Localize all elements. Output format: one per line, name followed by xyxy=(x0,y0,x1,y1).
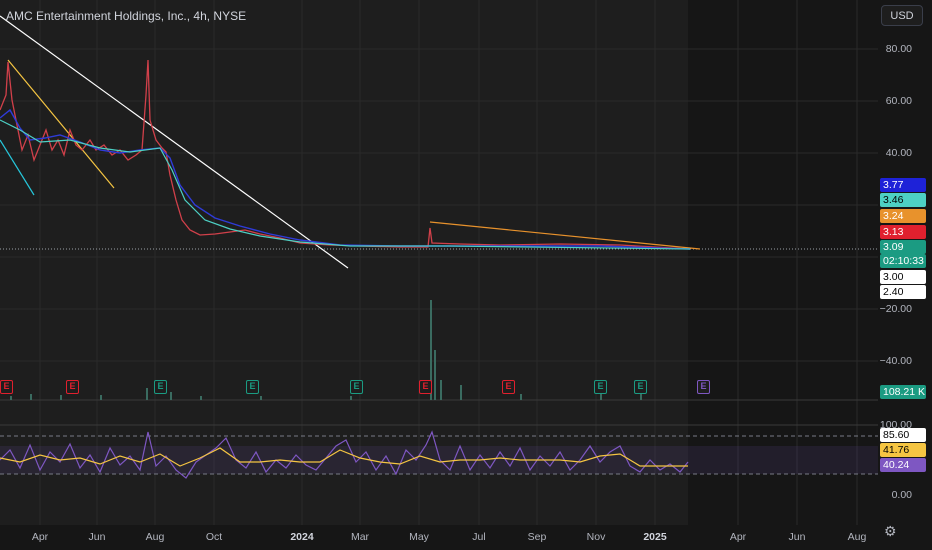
rsi-badge: 85.60 xyxy=(880,428,926,442)
price-badge: 3.77 xyxy=(880,178,926,192)
time-axis-label: 2024 xyxy=(290,531,314,543)
gear-icon[interactable]: ⚙ xyxy=(884,523,897,540)
time-axis-label: Jun xyxy=(88,531,106,543)
earnings-marker[interactable]: E xyxy=(502,380,515,394)
rsi-badge: 41.76 xyxy=(880,443,926,457)
chart-title: AMC Entertainment Holdings, Inc., 4h, NY… xyxy=(6,9,247,23)
rsi-badge: 40.24 xyxy=(880,458,926,472)
earnings-marker[interactable]: E xyxy=(350,380,363,394)
time-axis-label: Apr xyxy=(31,531,49,543)
earnings-marker[interactable]: E xyxy=(66,380,79,394)
price-axis-label: −40.00 xyxy=(879,355,912,367)
earnings-marker[interactable]: E xyxy=(634,380,647,394)
price-axis-label: 40.00 xyxy=(885,147,912,159)
chart-canvas[interactable] xyxy=(0,0,932,550)
rsi-axis-label: 0.00 xyxy=(891,489,912,501)
earnings-marker[interactable]: E xyxy=(154,380,167,394)
time-axis-label: Aug xyxy=(145,531,165,543)
time-axis-label: Mar xyxy=(350,531,370,543)
price-axis-label: −20.00 xyxy=(879,303,912,315)
earnings-marker[interactable]: E xyxy=(594,380,607,394)
earnings-marker[interactable]: E xyxy=(246,380,259,394)
time-axis-label: Sep xyxy=(527,531,547,543)
time-axis-label: 2025 xyxy=(643,531,667,543)
price-badge: 3.13 xyxy=(880,225,926,239)
earnings-marker[interactable]: E xyxy=(0,380,13,394)
chart-app: AMC Entertainment Holdings, Inc., 4h, NY… xyxy=(0,0,932,550)
price-badge: 02:10:33 xyxy=(880,254,926,268)
time-axis-label: Jul xyxy=(472,531,486,543)
earnings-marker[interactable]: E xyxy=(419,380,432,394)
price-axis-label: 60.00 xyxy=(885,95,912,107)
time-axis-label: Apr xyxy=(729,531,747,543)
price-badge: 3.24 xyxy=(880,209,926,223)
price-badge: 3.00 xyxy=(880,270,926,284)
price-badge: 3.09 xyxy=(880,240,926,254)
time-axis-label: May xyxy=(409,531,429,543)
price-axis-label: 80.00 xyxy=(885,43,912,55)
time-axis-label: Oct xyxy=(205,531,223,543)
price-badge: 2.40 xyxy=(880,285,926,299)
price-badge: 3.46 xyxy=(880,193,926,207)
earnings-marker[interactable]: E xyxy=(697,380,710,394)
time-axis-label: Nov xyxy=(586,531,606,543)
time-axis-label: Aug xyxy=(847,531,867,543)
currency-selector[interactable]: USD xyxy=(881,5,923,26)
volume-badge: 108.21 K xyxy=(880,385,926,399)
time-axis-label: Jun xyxy=(788,531,806,543)
